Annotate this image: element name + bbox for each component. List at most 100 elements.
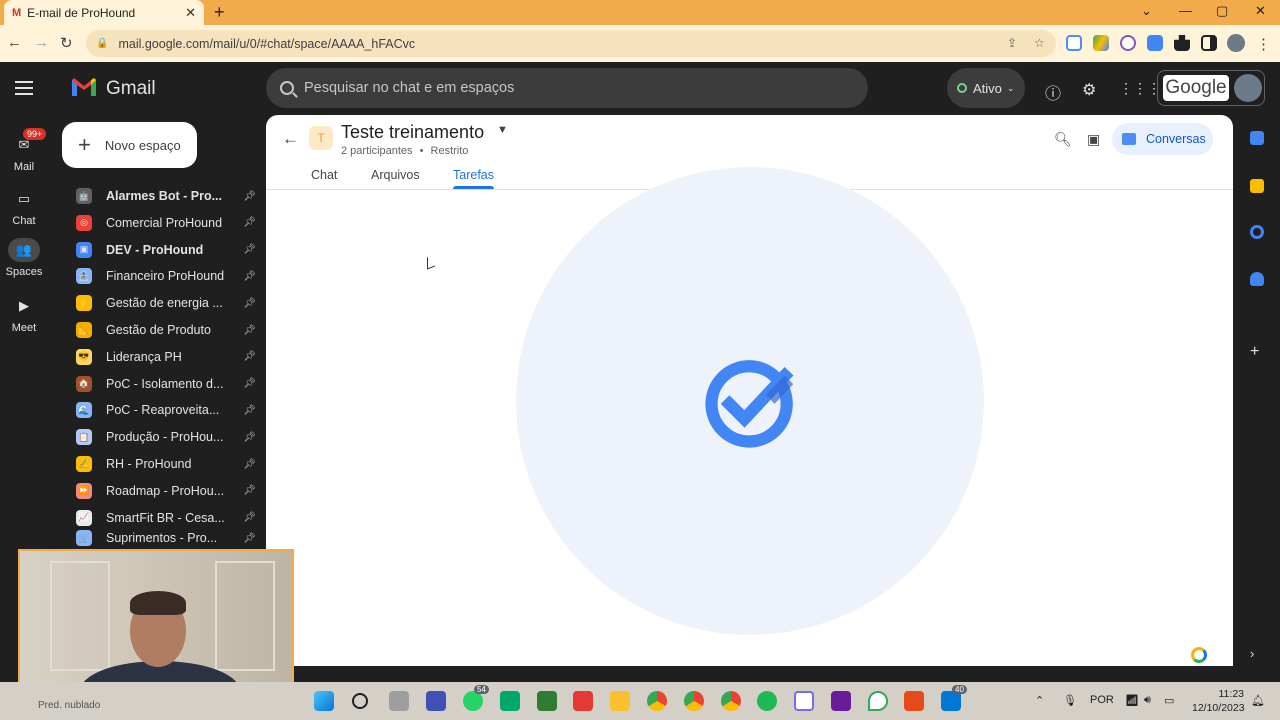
pin-icon[interactable]: 📌︎ [243,325,256,336]
pin-icon[interactable]: 📌︎ [243,351,256,362]
tab-search-icon[interactable]: ⌄ [1141,3,1152,19]
search-input[interactable]: Pesquisar no chat e em espaços [266,68,868,108]
rail-spaces[interactable]: 👥 Spaces [0,238,48,278]
outlook-icon[interactable] [941,691,961,711]
add-addon-icon[interactable]: + [1250,343,1259,361]
tab-close-icon[interactable]: ✕ [185,5,196,21]
volume-icon[interactable]: 🔊︎ [1144,694,1151,707]
spotify-icon[interactable] [757,691,777,711]
app-icon[interactable] [831,691,851,711]
space-list-item[interactable]: ⚡ Gestão de energia ... 📌︎ [76,290,256,316]
space-list-item[interactable]: ✍ RH - ProHound 📌︎ [76,451,256,477]
maximize-button[interactable]: ▢ [1216,3,1228,19]
pin-icon[interactable]: 📌︎ [243,533,256,544]
app-icon[interactable] [904,691,924,711]
space-list-item[interactable]: ◎ Comercial ProHound 📌︎ [76,210,256,236]
tray-overflow-icon[interactable]: ⌃ [1035,694,1044,707]
space-list-item[interactable]: 🏦 Financeiro ProHound 📌︎ [76,263,256,289]
task-view-icon[interactable] [389,691,409,711]
space-title[interactable]: Teste treinamento [341,122,484,143]
pin-icon[interactable]: 📌︎ [243,244,256,255]
space-list-item[interactable]: 🌊 PoC - Reaproveita... 📌︎ [76,397,256,423]
help-icon[interactable]: ⓘ [1045,80,1061,104]
reload-icon[interactable]: ↻ [60,34,73,52]
pin-icon[interactable]: 📌︎ [243,459,256,470]
space-list-item[interactable]: 📋 Produção - ProHou... 📌︎ [76,424,256,450]
pin-icon[interactable]: 📌︎ [243,271,256,282]
pin-icon[interactable]: 📌︎ [243,217,256,228]
translate-extension-icon[interactable] [1147,35,1163,51]
expand-panel-icon[interactable]: › [1250,646,1254,661]
weather-label[interactable]: Pred. nublado [38,700,100,711]
pin-icon[interactable]: 📌︎ [243,298,256,309]
minimize-button[interactable]: — [1179,3,1192,18]
windows-start-icon[interactable] [314,691,334,711]
space-list-item[interactable]: 😎 Liderança PH 📌︎ [76,344,256,370]
battery-icon[interactable]: ▭ [1164,694,1174,707]
new-tab-button[interactable]: + [214,2,225,23]
extension-icon[interactable] [1066,35,1082,51]
clickup-icon[interactable] [794,691,814,711]
chrome-icon[interactable] [721,691,741,711]
rail-meet[interactable]: ▶ Meet [0,294,48,334]
space-list-item[interactable]: 🤖 Alarmes Bot - Pro... 📌︎ [76,183,256,209]
chrome-icon[interactable] [684,691,704,711]
gmail-brand[interactable]: Gmail [106,78,156,100]
taskbar-search-icon[interactable] [352,693,368,709]
space-list-item[interactable]: 📈 SmartFit BR - Cesa... 📌︎ [76,505,256,531]
space-list-item[interactable]: 🏠 PoC - Isolamento d... 📌︎ [76,371,256,397]
apps-grid-icon[interactable]: ⋮⋮⋮ [1119,80,1161,97]
app-icon[interactable] [426,691,446,711]
tab-tasks[interactable]: Tarefas [453,168,494,182]
participants-count[interactable]: 2 participantes [341,145,413,157]
meet-app-icon[interactable] [500,691,520,711]
chrome-icon[interactable] [647,691,667,711]
status-selector[interactable]: Ativo ⌄ [947,68,1025,108]
pin-icon[interactable]: 📌︎ [243,432,256,443]
space-list-item[interactable]: ▣ DEV - ProHound 📌︎ [76,237,256,263]
back-arrow-icon[interactable]: ← [282,129,299,149]
chevron-down-icon[interactable]: ▼ [497,124,508,136]
search-icon[interactable]: 🔍︎ [1054,131,1072,148]
close-window-button[interactable]: ✕ [1255,3,1266,19]
side-panel-icon[interactable] [1201,35,1217,51]
microphone-icon[interactable]: 🎙︎ [1063,694,1077,707]
notifications-bell-icon[interactable]: 🔔︎ [1251,694,1265,707]
pin-icon[interactable]: 📌︎ [243,191,256,202]
pin-icon[interactable]: 📌︎ [243,378,256,389]
browser-tab[interactable]: M E-mail de ProHound ✕ [4,0,204,25]
language-indicator[interactable]: POR [1090,694,1114,706]
tab-files[interactable]: Arquivos [371,168,420,182]
pin-icon[interactable]: 📌︎ [243,512,256,523]
tasks-icon[interactable] [1250,225,1264,239]
pin-icon[interactable]: 📌︎ [243,405,256,416]
evernote-icon[interactable] [537,691,557,711]
address-bar[interactable]: 🔒 mail.google.com/mail/u/0/#chat/space/A… [86,30,1056,57]
account-switcher[interactable]: Google [1157,70,1265,106]
main-menu-icon[interactable] [15,81,33,99]
clickup-extension-icon[interactable] [1191,647,1207,663]
file-explorer-icon[interactable] [610,691,630,711]
whatsapp-icon[interactable] [463,691,483,711]
maps-icon[interactable] [868,691,888,711]
pin-icon[interactable]: 📌︎ [243,485,256,496]
conversations-button[interactable]: Conversas [1112,123,1213,155]
space-list-item[interactable]: 📐 Gestão de Produto 📌︎ [76,317,256,343]
pop-out-icon[interactable]: ▣ [1087,131,1100,148]
wifi-icon[interactable]: 📶︎ [1125,694,1139,707]
new-space-button[interactable]: + Novo espaço [62,122,197,168]
tab-chat[interactable]: Chat [311,168,337,182]
space-list-item[interactable]: ⏩ Roadmap - ProHou... 📌︎ [76,478,256,504]
drive-extension-icon[interactable] [1093,35,1109,51]
app-icon[interactable] [573,691,593,711]
bookmark-star-icon[interactable]: ☆ [1034,36,1045,50]
system-clock[interactable]: 11:23 12/10/2023 [1192,687,1245,715]
share-icon[interactable]: ⇪ [1007,36,1017,50]
contacts-icon[interactable] [1250,272,1264,286]
back-icon[interactable]: ← [7,34,22,51]
profile-avatar[interactable] [1227,34,1245,52]
space-list-item[interactable]: 🛒 Suprimentos - Pro... 📌︎ [76,530,256,547]
calendar-icon[interactable] [1250,131,1264,145]
extension-icon[interactable] [1120,35,1136,51]
settings-gear-icon[interactable]: ⚙ [1082,80,1096,100]
